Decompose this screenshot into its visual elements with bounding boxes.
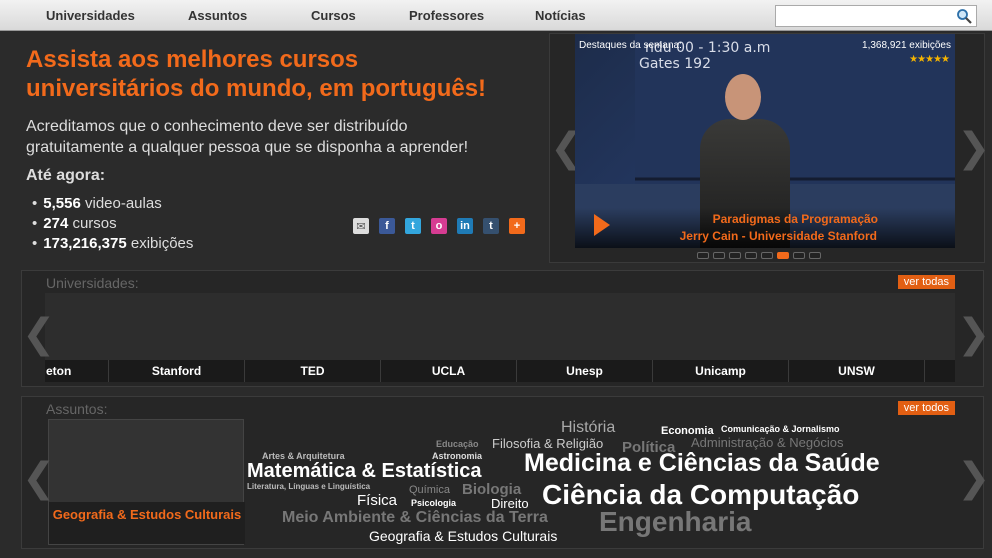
facebook-icon[interactable]: f [379, 218, 395, 234]
subject-tag[interactable]: Meio Ambiente & Ciências da Terra [282, 509, 548, 527]
carousel-dot[interactable] [713, 252, 725, 259]
lecturer-head [725, 74, 761, 120]
stat-courses-number: 274 [43, 215, 69, 232]
subjects-prev-arrow[interactable]: ❮ [22, 458, 56, 498]
universities-heading: Universidades: [46, 275, 139, 291]
university-item[interactable]: Stanford [109, 360, 245, 382]
university-item[interactable]: Unesp [517, 360, 653, 382]
top-nav: Universidades Assuntos Cursos Professore… [0, 0, 992, 31]
university-item[interactable]: Unicamp [653, 360, 789, 382]
carousel-dot[interactable] [793, 252, 805, 259]
search-icon[interactable] [956, 8, 972, 24]
twitter-icon[interactable]: t [405, 218, 421, 234]
views-count: 1,368,921 exibições [862, 40, 951, 51]
share-bar: ✉ f t o in t + [353, 218, 525, 234]
nav-professores[interactable]: Professores [409, 8, 484, 23]
orkut-icon[interactable]: o [431, 218, 447, 234]
hero-title: Assista aos melhores cursos universitári… [26, 45, 546, 103]
stat-videos-label: video-aulas [84, 195, 162, 212]
nav-universidades[interactable]: Universidades [46, 8, 135, 23]
carousel-dot-active[interactable] [777, 252, 789, 259]
stat-courses: 274 cursos [32, 214, 193, 234]
subject-tag[interactable]: História [561, 419, 615, 437]
stats-list: 5,556 video-aulas 274 cursos 173,216,375… [32, 194, 193, 254]
hero-subtitle: Acreditamos que o conhecimento deve ser … [26, 116, 546, 158]
subjects-next-arrow[interactable]: ❯ [957, 458, 991, 498]
search-input[interactable] [776, 6, 951, 26]
subject-tag[interactable]: Administração & Negócios [691, 435, 843, 450]
subject-tag[interactable]: Física [357, 492, 397, 509]
subject-tag[interactable]: Geografia & Estudos Culturais [369, 528, 557, 544]
featured-next-arrow[interactable]: ❯ [957, 128, 991, 168]
carousel-dots [697, 252, 821, 259]
subject-tag[interactable]: Engenharia [599, 506, 751, 538]
stat-videos: 5,556 video-aulas [32, 194, 193, 214]
stat-courses-label: cursos [72, 215, 117, 232]
subjects-heading: Assuntos: [46, 401, 108, 417]
tumblr-icon[interactable]: t [483, 218, 499, 234]
hero-subtitle-line1: Acreditamos que o conhecimento deve ser … [26, 118, 408, 135]
universities-logos-area [45, 293, 955, 360]
featured-course-title[interactable]: Paradigmas da Programação [713, 212, 878, 226]
subject-tag[interactable]: Literatura, Línguas e Linguística [247, 482, 370, 491]
search-box [775, 5, 977, 27]
university-item[interactable]: UCLA [381, 360, 517, 382]
stat-videos-number: 5,556 [43, 195, 81, 212]
subject-tag[interactable]: Medicina e Ciências da Saúde [524, 449, 880, 478]
weekly-label: Destaques da semana: [579, 40, 682, 51]
carousel-dot[interactable] [745, 252, 757, 259]
linkedin-icon[interactable]: in [457, 218, 473, 234]
nav-assuntos[interactable]: Assuntos [188, 8, 247, 23]
universities-strip: eton Stanford TED UCLA Unesp Unicamp UNSW [45, 360, 955, 382]
universities-next-arrow[interactable]: ❯ [957, 314, 991, 354]
hero-title-line1: Assista aos melhores cursos [26, 46, 359, 73]
subject-tag[interactable]: Educação [436, 439, 479, 449]
selected-subject-label: Geografia & Estudos Culturais [49, 502, 245, 544]
subject-tag[interactable]: Química [409, 484, 450, 496]
stat-views-number: 173,216,375 [43, 235, 127, 252]
universities-see-all-button[interactable]: ver todas [897, 275, 955, 289]
subject-tag[interactable]: Matemática & Estatística [247, 460, 482, 483]
plus-icon[interactable]: + [509, 218, 525, 234]
university-item[interactable]: UNSW [789, 360, 925, 382]
email-icon[interactable]: ✉ [353, 218, 369, 234]
carousel-dot[interactable] [809, 252, 821, 259]
rating-stars: ★★★★★ [909, 54, 950, 65]
featured-video[interactable]: ndu 00 - 1:30 a.m Gates 192 Destaques da… [575, 34, 955, 248]
stat-views: 173,216,375 exibições [32, 234, 193, 254]
nav-cursos[interactable]: Cursos [311, 8, 356, 23]
hero-subtitle-line2: gratuitamente a qualquer pessoa que se d… [26, 139, 469, 156]
play-icon[interactable] [594, 214, 610, 236]
svg-text:Gates 192: Gates 192 [639, 56, 711, 72]
university-item[interactable]: TED [245, 360, 381, 382]
carousel-dot[interactable] [729, 252, 741, 259]
carousel-dot[interactable] [697, 252, 709, 259]
nav-noticias[interactable]: Notícias [535, 8, 586, 23]
subject-tag[interactable]: Comunicação & Jornalismo [721, 424, 840, 434]
universities-prev-arrow[interactable]: ❮ [22, 314, 56, 354]
stats-heading: Até agora: [26, 167, 106, 184]
hero-title-line2: universitários do mundo, em português! [26, 75, 487, 102]
selected-subject-card[interactable]: Geografia & Estudos Culturais [48, 419, 245, 545]
subject-tag[interactable]: Psicologia [411, 498, 456, 508]
carousel-dot[interactable] [761, 252, 773, 259]
subjects-see-all-button[interactable]: ver todos [897, 401, 955, 415]
stat-views-label: exibições [130, 235, 194, 252]
university-item[interactable]: eton [45, 360, 109, 382]
universities-panel: Universidades: ver todas eton Stanford TED… [21, 270, 984, 387]
featured-course-subtitle[interactable]: Jerry Cain - Universidade Stanford [680, 229, 877, 243]
